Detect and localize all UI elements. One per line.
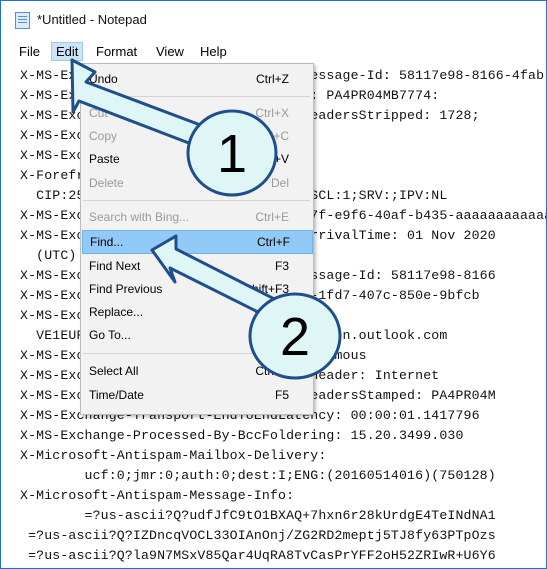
menu-item-shortcut: Ctrl+V [255, 152, 289, 166]
notepad-icon [15, 12, 30, 29]
text-line: =?us-ascii?Q?IZDncqVOCL33OIAnOnj/ZG2RD2m… [20, 528, 496, 543]
menu-item-label: Copy [89, 129, 118, 143]
menu-item-shortcut: Ctrl+E [255, 210, 289, 224]
menu-item-shortcut: Ctrl+C [254, 129, 289, 143]
window-title: *Untitled - Notepad [37, 12, 147, 27]
menu-item-label: Undo [89, 72, 118, 86]
menu-item-label: Paste [89, 152, 120, 166]
notepad-window: *Untitled - Notepad File Edit Format Vie… [0, 0, 547, 569]
menu-item-shortcut: Shift+F3 [243, 282, 289, 296]
menu-item-shortcut: Ctrl+A [255, 364, 289, 378]
text-line: X-Microsoft-Antispam-Mailbox-Delivery: [20, 448, 327, 463]
text-line: X-Microsoft-Antispam-Message-Info: [20, 488, 295, 503]
menu-item-find-next[interactable]: Find Next F3 [82, 255, 311, 277]
menu-item-shortcut: Del [270, 176, 289, 190]
menu-file[interactable]: File [15, 43, 44, 60]
menu-item-label: Time/Date [89, 388, 144, 402]
text-line: X-MS-Exchange-Processed-By-BccFoldering:… [20, 428, 464, 443]
menu-item-shortcut: Ctrl+Z [256, 72, 289, 86]
menu-item-goto[interactable]: Go To... Ctrl+G [82, 324, 311, 346]
menu-item-shortcut: Ctrl+H [254, 305, 289, 319]
menu-item-label: Find Next [89, 259, 141, 273]
menu-item-find[interactable]: Find... Ctrl+F [82, 230, 313, 254]
menu-edit[interactable]: Edit [51, 42, 84, 61]
menu-item-cut[interactable]: Cut Ctrl+X [82, 102, 311, 124]
text-line: =?us-ascii?Q?udfJfC9tO1BXAQ+7hxn6r28kUrd… [20, 508, 496, 523]
title-bar: *Untitled - Notepad [1, 1, 546, 37]
menu-item-find-previous[interactable]: Find Previous Shift+F3 [82, 278, 311, 300]
menu-item-shortcut: Ctrl+X [255, 106, 289, 120]
menu-item-label: Delete [89, 176, 124, 190]
menu-item-paste[interactable]: Paste Ctrl+V [82, 148, 311, 170]
text-line: ucf:0;jmr:0;auth:0;dest:I;ENG:(201605140… [20, 468, 496, 483]
menu-item-delete[interactable]: Delete Del [82, 172, 311, 194]
menu-item-label: Replace... [89, 305, 144, 319]
menu-bar: File Edit Format View Help [1, 40, 546, 62]
menu-item-label: Find Previous [89, 282, 163, 296]
menu-item-label: Search with Bing... [89, 210, 190, 224]
menu-item-replace[interactable]: Replace... Ctrl+H [82, 301, 311, 323]
menu-separator [83, 200, 310, 201]
menu-item-search-bing[interactable]: Search with Bing... Ctrl+E [82, 206, 311, 228]
menu-item-copy[interactable]: Copy Ctrl+C [82, 125, 311, 147]
menu-item-label: Cut [89, 106, 108, 120]
text-line: (UTC) [20, 248, 77, 263]
menu-separator [83, 353, 310, 354]
text-line: =?us-ascii?Q?la9N7MSxV85Qar4UqRA8TvCasPr… [20, 548, 496, 563]
menu-item-select-all[interactable]: Select All Ctrl+A [82, 360, 311, 382]
menu-item-time-date[interactable]: Time/Date F5 [82, 384, 311, 406]
menu-separator [83, 96, 310, 97]
menu-item-label: Select All [89, 364, 139, 378]
menu-item-shortcut: F3 [274, 259, 289, 273]
menu-view[interactable]: View [152, 43, 188, 60]
menu-item-shortcut: Ctrl+G [253, 328, 289, 342]
menu-item-shortcut: F5 [274, 388, 289, 402]
menu-item-label: Find... [90, 235, 124, 249]
menu-item-shortcut: Ctrl+F [257, 235, 290, 249]
menu-format[interactable]: Format [92, 43, 141, 60]
menu-item-label: Go To... [89, 328, 131, 342]
menu-item-undo[interactable]: Undo Ctrl+Z [82, 68, 311, 90]
menu-help[interactable]: Help [196, 43, 231, 60]
edit-menu-dropdown: Undo Ctrl+Z Cut Ctrl+X Copy Ctrl+C Paste… [80, 63, 314, 415]
